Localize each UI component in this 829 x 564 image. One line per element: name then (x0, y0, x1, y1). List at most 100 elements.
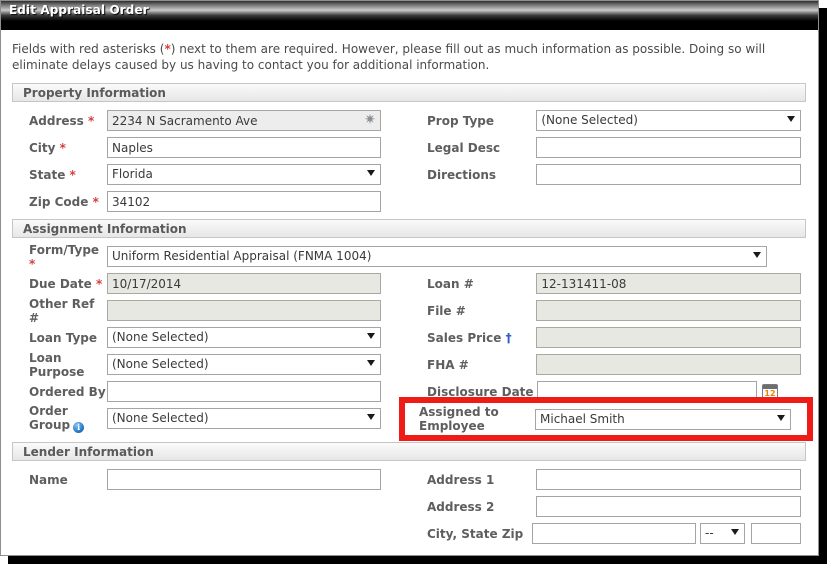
map-pin-icon[interactable]: ✷ (363, 113, 377, 128)
assigned-to-employee-value: Michael Smith (540, 411, 625, 426)
chevron-down-icon (777, 414, 785, 421)
label-legal-desc: Legal Desc (427, 140, 501, 155)
label-form-type: Form/Type * (29, 242, 100, 271)
chevron-down-icon (367, 170, 375, 176)
other-ref-input[interactable] (107, 300, 381, 321)
row-lender-name-address1: Name Address 1 (7, 468, 812, 495)
row-address-proptype: Address * ✷ Prop Type (None Selected) (7, 109, 812, 136)
label-due-date: Due Date * (29, 276, 103, 291)
field-ordered-by: Ordered By (7, 380, 419, 403)
sales-price-input[interactable] (536, 327, 801, 348)
chevron-down-icon (367, 414, 375, 420)
loan-number-input[interactable] (536, 273, 801, 294)
lender-address1-input[interactable] (536, 469, 801, 490)
assigned-to-label-line1: Assigned to (419, 405, 499, 419)
label-city: City * (29, 140, 66, 155)
required-fields-notice: Fields with red asterisks (*) next to th… (12, 41, 802, 73)
chevron-down-icon (731, 529, 739, 535)
lender-state-select[interactable]: -- (700, 523, 745, 544)
field-zip-code: Zip Code * (7, 190, 419, 213)
window-title: Edit Appraisal Order (9, 3, 149, 17)
state-select[interactable]: Florida (107, 164, 381, 185)
field-lender-spacer-1 (7, 495, 419, 518)
due-date-input[interactable] (107, 273, 381, 294)
label-address: Address * (29, 113, 95, 128)
field-address: Address * ✷ (7, 109, 419, 132)
notice-prefix: Fields with red asterisks ( (12, 42, 165, 56)
address-input[interactable] (107, 110, 381, 131)
label-order-group: Order Group i (7, 404, 107, 433)
field-lender-name: Name (7, 468, 419, 491)
chevron-down-icon (367, 360, 375, 366)
field-lender-address2: Address 2 (419, 495, 801, 518)
lender-zip-input[interactable] (751, 523, 801, 544)
loan-purpose-select[interactable]: (None Selected) (107, 354, 381, 375)
row-city-legaldesc: City * Legal Desc (7, 136, 812, 163)
address-input-wrap: ✷ (107, 110, 381, 131)
chevron-down-icon (753, 252, 761, 258)
label-assigned-to-employee: Assigned to Employee (405, 405, 535, 433)
label-lender-city-state-zip: City, State Zip (427, 526, 524, 541)
edit-appraisal-order-window: Edit Appraisal Order Fields with red ast… (0, 0, 819, 556)
field-due-date: Due Date * (7, 272, 419, 295)
window-titlebar: Edit Appraisal Order (1, 1, 818, 30)
fha-number-input[interactable] (536, 354, 801, 375)
field-prop-type: Prop Type (None Selected) (419, 109, 801, 132)
required-marker: * (29, 256, 36, 271)
label-zip-code: Zip Code * (29, 194, 99, 209)
field-empty-spacer (419, 190, 801, 213)
assigned-to-employee-select[interactable]: Michael Smith (535, 408, 791, 430)
field-fha-number: FHA # (419, 353, 801, 376)
field-lender-address1: Address 1 (419, 468, 801, 491)
prop-type-select[interactable]: (None Selected) (536, 110, 801, 131)
city-input[interactable] (107, 137, 381, 158)
label-sales-price: Sales Price † (427, 330, 512, 345)
field-form-type: Form/Type * Uniform Residential Appraisa… (7, 242, 767, 271)
lender-city-input[interactable] (531, 523, 697, 544)
loan-type-select[interactable]: (None Selected) (107, 327, 381, 348)
required-marker: * (69, 167, 76, 182)
label-prop-type: Prop Type (427, 113, 495, 128)
label-fha-number: FHA # (427, 357, 469, 372)
field-lender-spacer-2 (7, 522, 419, 545)
chevron-down-icon (367, 333, 375, 339)
form-type-value: Uniform Residential Appraisal (FNMA 1004… (112, 249, 372, 263)
assigned-to-label-line2: Employee (419, 419, 485, 433)
label-loan-number: Loan # (427, 276, 474, 291)
label-ordered-by: Ordered By (29, 384, 106, 399)
lender-address2-input[interactable] (536, 496, 801, 517)
ordered-by-input[interactable] (107, 381, 381, 402)
field-legal-desc: Legal Desc (419, 136, 801, 159)
label-lender-name: Name (29, 472, 68, 487)
label-lender-address1: Address 1 (427, 472, 495, 487)
row-form-type: Form/Type * Uniform Residential Appraisa… (7, 242, 812, 272)
field-other-ref: Other Ref # (7, 297, 419, 325)
field-lender-city-state-zip: City, State Zip -- (419, 522, 801, 545)
chevron-down-icon (787, 116, 795, 122)
form-type-select[interactable]: Uniform Residential Appraisal (FNMA 1004… (107, 246, 767, 267)
field-loan-number: Loan # (419, 272, 801, 295)
info-icon[interactable]: i (73, 422, 85, 433)
row-zipcode: Zip Code * (7, 190, 812, 217)
lender-name-input[interactable] (107, 469, 381, 490)
legal-desc-input[interactable] (536, 137, 801, 158)
order-group-value: (None Selected) (112, 411, 209, 425)
field-city: City * (7, 136, 419, 159)
required-marker: * (59, 140, 66, 155)
order-group-select[interactable]: (None Selected) (107, 408, 381, 429)
label-lender-address2: Address 2 (427, 499, 495, 514)
row-state-directions: State * Florida Directions (7, 163, 812, 190)
assigned-to-employee-group: Assigned to Employee Michael Smith (405, 403, 807, 435)
state-value: Florida (112, 167, 153, 181)
field-loan-type: Loan Type (None Selected) (7, 326, 419, 349)
label-directions: Directions (427, 167, 497, 182)
field-directions: Directions (419, 163, 801, 186)
zip-code-input[interactable] (107, 191, 381, 212)
row-loanpurpose-fha: Loan Purpose (None Selected) FHA # (7, 351, 812, 380)
section-body-property: Address * ✷ Prop Type (None Selected) (7, 102, 812, 219)
file-number-input[interactable] (536, 300, 801, 321)
row-duedate-loannum: Due Date * Loan # (7, 272, 812, 299)
directions-input[interactable] (536, 164, 801, 185)
row-lender-city-state-zip: City, State Zip -- (7, 522, 812, 549)
field-loan-purpose: Loan Purpose (None Selected) (7, 351, 419, 379)
